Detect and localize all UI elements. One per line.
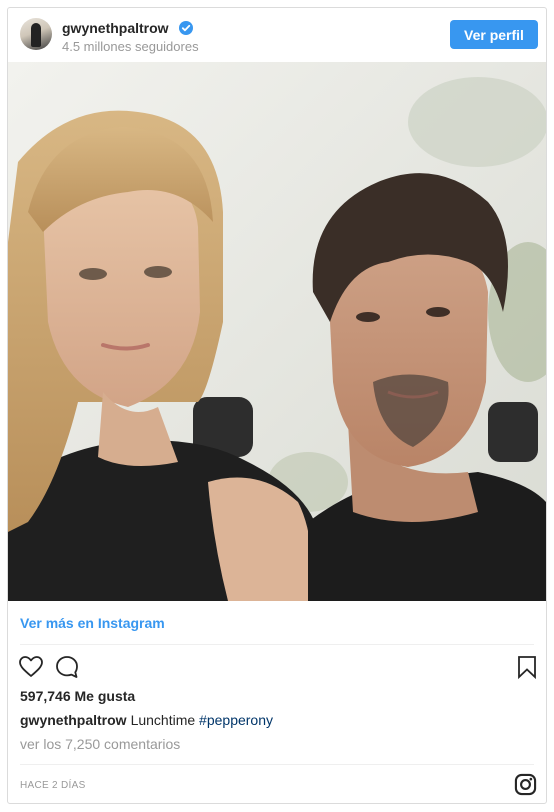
post-header: gwynethpaltrow 4.5 millones seguidores V… bbox=[8, 8, 546, 62]
bookmark-icon[interactable] bbox=[514, 654, 540, 680]
heart-icon[interactable] bbox=[18, 654, 44, 680]
view-more-on-instagram-link[interactable]: Ver más en Instagram bbox=[20, 615, 165, 631]
post-timestamp: HACE 2 DÍAS bbox=[20, 780, 86, 791]
view-comments-link[interactable]: ver los 7,250 comentarios bbox=[20, 736, 180, 752]
comment-icon[interactable] bbox=[54, 654, 80, 680]
avatar[interactable] bbox=[20, 18, 52, 50]
instagram-logo-icon[interactable] bbox=[514, 773, 537, 796]
caption-hashtag[interactable]: #pepperony bbox=[199, 712, 273, 728]
caption: gwynethpaltrow Lunchtime #pepperony bbox=[20, 712, 273, 728]
view-profile-button[interactable]: Ver perfil bbox=[450, 20, 538, 49]
follower-count: 4.5 millones seguidores bbox=[62, 39, 199, 54]
divider bbox=[20, 644, 534, 645]
like-count: 597,746 Me gusta bbox=[20, 688, 136, 704]
verified-badge-icon bbox=[179, 21, 193, 35]
action-bar bbox=[8, 652, 546, 682]
divider bbox=[20, 764, 534, 765]
caption-text: Lunchtime bbox=[130, 712, 196, 728]
post-photo[interactable] bbox=[8, 62, 546, 601]
caption-username[interactable]: gwynethpaltrow bbox=[20, 712, 127, 728]
instagram-embed-card: gwynethpaltrow 4.5 millones seguidores V… bbox=[7, 7, 547, 804]
username[interactable]: gwynethpaltrow bbox=[62, 20, 169, 36]
